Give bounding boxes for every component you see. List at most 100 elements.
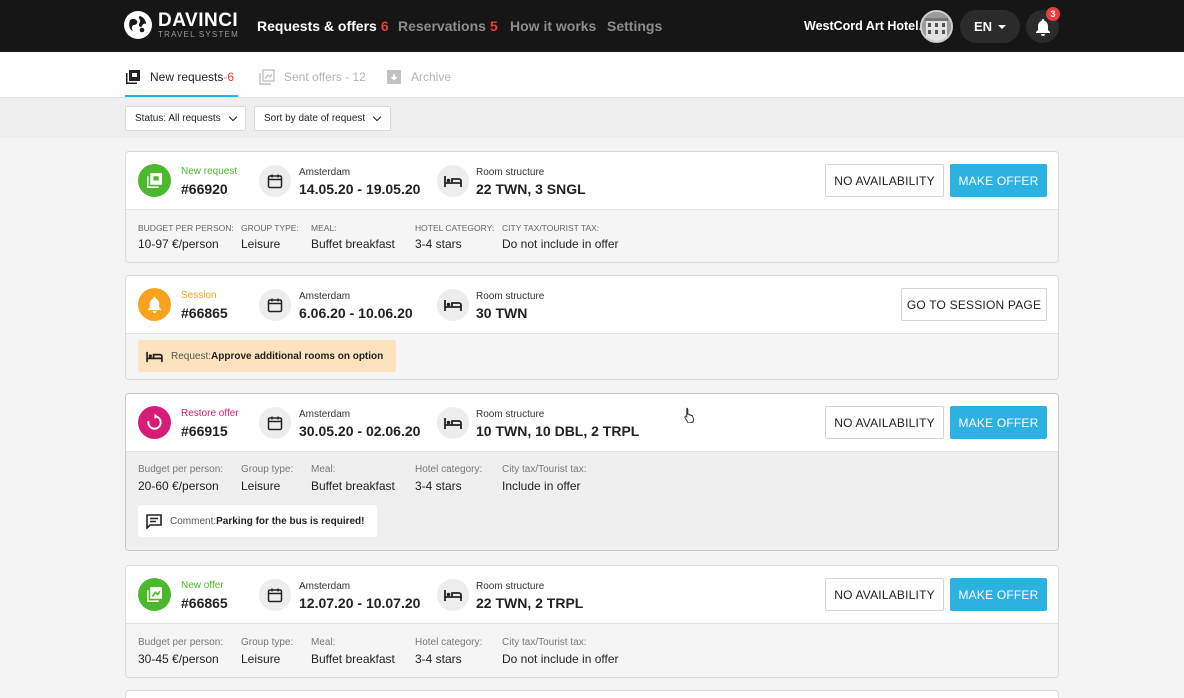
request-id: #66920 [181,181,228,197]
room-structure-label: Room structure [476,167,545,178]
status-filter-label: Status: All requests [135,113,221,124]
hotel-category-label: HOTEL CATEGORY: [415,223,495,233]
brand-subtitle: TRAVEL SYSTEM [158,30,239,39]
group-type-value: Leisure [241,237,281,251]
make-offer-button[interactable]: MAKE OFFER [950,406,1047,439]
status-filter-dropdown[interactable]: Status: All requests [125,106,246,131]
make-offer-button[interactable]: MAKE OFFER [950,578,1047,611]
active-tab-indicator [125,95,238,97]
tab-new-requests[interactable]: New requests - 6 [125,69,234,85]
request-card: Restore offer #66915 Amsterdam 30.05.20 … [125,393,1059,551]
room-structure-label: Room structure [476,581,545,592]
language-selector[interactable]: EN [960,10,1020,43]
dates-value: 12.07.20 - 10.07.20 [299,595,421,611]
dates-value: 6.06.20 - 10.06.20 [299,305,413,321]
room-structure-label: Room structure [476,291,545,302]
request-card: New offer #66865 Amsterdam 12.07.20 - 10… [125,565,1059,678]
session-bell-icon [138,288,171,321]
note-value: Approve additional rooms on option [211,350,384,362]
meal-label: Meal: [311,464,336,475]
calendar-icon [259,407,291,439]
tab-new-count: 6 [227,70,235,84]
language-label: EN [973,19,993,34]
go-to-session-button[interactable]: GO TO SESSION PAGE [901,288,1047,321]
globe-logo-icon [124,11,152,39]
restore-icon [138,406,171,439]
city-tax-label: CITY TAX/TOURIST TAX: [502,223,600,233]
budget-value: 10-97 €/person [138,237,219,251]
city-tax-value: Include in offer [502,479,581,493]
logo[interactable]: DAVINCI TRAVEL SYSTEM [124,11,239,39]
meal-label: MEAL: [311,223,337,233]
city-tax-label: City tax/Tourist tax: [502,637,587,648]
stack-icon [126,70,140,84]
request-id: #66915 [181,423,228,439]
nav-reservations-count: 5 [489,18,498,34]
tab-archive[interactable]: Archive [386,69,451,85]
chevron-down-icon [228,112,237,122]
no-availability-button[interactable]: NO AVAILABILITY [825,406,944,439]
note-value: Parking for the bus is required! [216,515,365,527]
hand-cursor-icon [684,407,695,423]
budget-label: Budget per person: [138,464,224,475]
room-structure-label: Room structure [476,409,545,420]
no-availability-button[interactable]: NO AVAILABILITY [825,164,944,197]
notification-count-badge: 3 [1046,7,1060,21]
budget-value: 30-45 €/person [138,652,219,666]
hotel-category-label: Hotel category: [415,464,483,475]
bed-icon [437,165,469,197]
new-offer-icon [138,578,171,611]
note-key: Comment: [170,515,217,527]
nav-reservations[interactable]: Reservations 5 [398,18,498,34]
group-type-value: Leisure [241,652,281,666]
request-card [125,690,1059,698]
request-note: Request: Approve additional rooms on opt… [138,340,397,372]
hotel-category-value: 3-4 stars [415,237,462,251]
tab-sent-offers[interactable]: Sent offers - 12 [259,69,366,85]
hotel-avatar[interactable] [920,10,953,43]
group-type-label: Group type: [241,637,294,648]
hotel-category-label: Hotel category: [415,637,483,648]
bed-icon [437,579,469,611]
archive-icon [387,70,401,84]
meal-label: Meal: [311,637,336,648]
no-availability-button[interactable]: NO AVAILABILITY [825,578,944,611]
status-label: New offer [181,580,224,591]
nav-how-it-works[interactable]: How it works [510,18,596,34]
meal-value: Buffet breakfast [311,652,395,666]
budget-value: 20-60 €/person [138,479,219,493]
tab-archive-label: Archive [411,70,452,84]
hotel-name[interactable]: WestCord Art Hotel... [804,19,929,33]
nav-requests-count: 6 [380,18,389,34]
city-label: Amsterdam [299,409,351,420]
note-key: Request: [171,350,212,362]
comment-note: Comment: Parking for the bus is required… [138,505,378,537]
city-label: Amsterdam [299,581,351,592]
request-id: #66865 [181,305,228,321]
city-tax-value: Do not include in offer [502,237,619,251]
room-structure-value: 30 TWN [476,305,528,321]
new-request-icon [138,164,171,197]
dates-value: 30.05.20 - 02.06.20 [299,423,421,439]
sub-tabs: New requests - 6 Sent offers - 12 Archiv… [0,52,1184,98]
nav-settings[interactable]: Settings [607,18,662,34]
top-navbar: DAVINCI TRAVEL SYSTEM Requests & offers 6… [0,0,1184,52]
calendar-icon [259,579,291,611]
tab-sent-label: Sent offers - 12 [284,70,366,84]
calendar-icon [259,165,291,197]
city-tax-label: City tax/Tourist tax: [502,464,587,475]
group-type-label: GROUP TYPE: [241,223,299,233]
status-label: New request [181,166,238,177]
make-offer-button[interactable]: MAKE OFFER [950,164,1047,197]
room-structure-value: 22 TWN, 2 TRPL [476,595,584,611]
budget-label: Budget per person: [138,637,224,648]
meal-value: Buffet breakfast [311,237,395,251]
brand-title: DAVINCI [158,10,239,31]
sent-offers-icon [259,69,275,85]
hotel-category-value: 3-4 stars [415,479,462,493]
nav-requests-offers[interactable]: Requests & offers 6 [257,18,389,34]
sort-dropdown[interactable]: Sort by date of request [254,106,391,131]
hotel-category-value: 3-4 stars [415,652,462,666]
status-label: Restore offer [181,408,239,419]
city-label: Amsterdam [299,167,351,178]
